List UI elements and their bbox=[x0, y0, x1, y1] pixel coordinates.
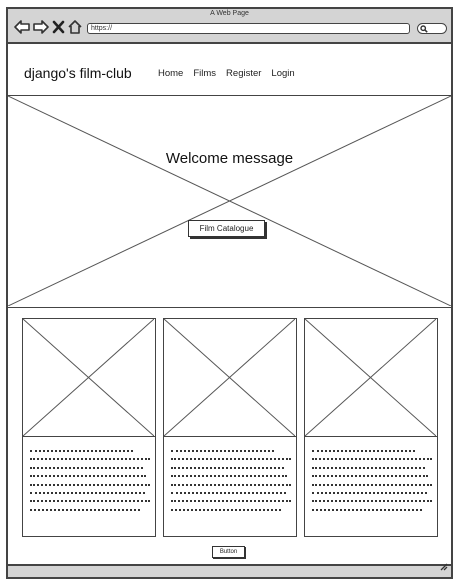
film-card[interactable] bbox=[163, 318, 297, 537]
film-card[interactable] bbox=[304, 318, 438, 537]
address-bar[interactable]: https:// bbox=[87, 23, 410, 34]
forward-arrow-icon[interactable] bbox=[33, 20, 49, 34]
browser-toolbar: A Web Page https:// bbox=[8, 9, 451, 44]
close-icon[interactable] bbox=[52, 20, 65, 34]
card-placeholder-text bbox=[171, 450, 291, 517]
nav-films-link[interactable]: Films bbox=[193, 68, 216, 79]
hero-section: Welcome message Film Catalogue bbox=[8, 95, 451, 308]
welcome-message: Welcome message bbox=[8, 150, 451, 167]
nav-login-link[interactable]: Login bbox=[271, 68, 294, 79]
site-brand[interactable]: django's film-club bbox=[24, 65, 132, 81]
card-placeholder-text bbox=[312, 450, 432, 517]
site-header: django's film-club Home Films Register L… bbox=[8, 46, 451, 96]
card-placeholder-text bbox=[30, 450, 150, 517]
browser-window: A Web Page https:// django's film-club H… bbox=[6, 7, 453, 579]
footer-button[interactable]: Button bbox=[212, 546, 245, 558]
film-catalogue-button[interactable]: Film Catalogue bbox=[188, 220, 265, 237]
status-bar bbox=[8, 563, 451, 577]
browser-search-field[interactable] bbox=[417, 23, 447, 34]
main-nav: Home Films Register Login bbox=[158, 68, 295, 79]
card-image-placeholder bbox=[305, 319, 437, 437]
nav-home-link[interactable]: Home bbox=[158, 68, 183, 79]
card-image-placeholder bbox=[23, 319, 155, 437]
hero-image-placeholder bbox=[8, 96, 451, 306]
back-arrow-icon[interactable] bbox=[14, 20, 30, 34]
film-card[interactable] bbox=[22, 318, 156, 537]
resize-grip-icon[interactable] bbox=[439, 558, 448, 576]
home-icon[interactable] bbox=[68, 20, 82, 34]
welcome-text: Welcome message bbox=[162, 150, 297, 167]
nav-register-link[interactable]: Register bbox=[226, 68, 261, 79]
window-title: A Web Page bbox=[210, 10, 249, 17]
browser-nav-icons bbox=[14, 20, 82, 34]
card-image-placeholder bbox=[164, 319, 296, 437]
